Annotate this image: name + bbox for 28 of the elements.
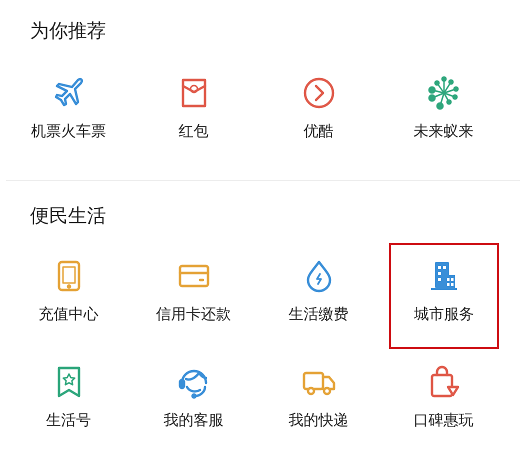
shortcut-label: 未来蚁来 xyxy=(414,122,474,141)
shortcut-item[interactable]: 生活缴费 xyxy=(256,247,381,353)
shortcut-label: 生活号 xyxy=(46,411,91,430)
shortcut-label: 我的客服 xyxy=(164,411,224,430)
shortcut-label: 口碑惠玩 xyxy=(414,411,474,430)
shortcut-label: 信用卡还款 xyxy=(156,305,231,324)
section-title: 为你推荐 xyxy=(30,19,107,44)
shortcut-label: 机票火车票 xyxy=(31,122,106,141)
shortcut-item[interactable]: 充值中心 xyxy=(6,247,131,353)
play-icon xyxy=(302,76,336,110)
shortcut-label: 充值中心 xyxy=(38,305,98,324)
shortcut-label: 优酷 xyxy=(304,122,334,141)
shortcut-label: 我的快递 xyxy=(288,411,348,430)
shortcut-item[interactable]: 口碑惠玩 xyxy=(381,353,506,459)
highlight-frame[interactable]: 城市服务 xyxy=(389,243,499,349)
shortcut-label: 城市服务 xyxy=(414,305,474,324)
shortcut-item[interactable]: 机票火车票 xyxy=(6,64,131,170)
section-title: 便民生活 xyxy=(30,204,107,229)
shortcut-label: 红包 xyxy=(178,122,208,141)
shortcut-item[interactable]: 我的快递 xyxy=(256,353,381,459)
shortcut-item[interactable]: 未来蚁来 xyxy=(381,64,506,170)
shortcut-item[interactable]: 信用卡还款 xyxy=(131,247,256,353)
burst-icon xyxy=(426,76,460,110)
shortcut-item[interactable]: 我的客服 xyxy=(131,353,256,459)
shortcut-label: 生活缴费 xyxy=(288,305,348,324)
shortcut-item[interactable]: 优酷 xyxy=(256,64,381,170)
shortcut-item[interactable]: 红包 xyxy=(131,64,256,170)
shortcut-item[interactable]: 生活号 xyxy=(6,353,131,459)
